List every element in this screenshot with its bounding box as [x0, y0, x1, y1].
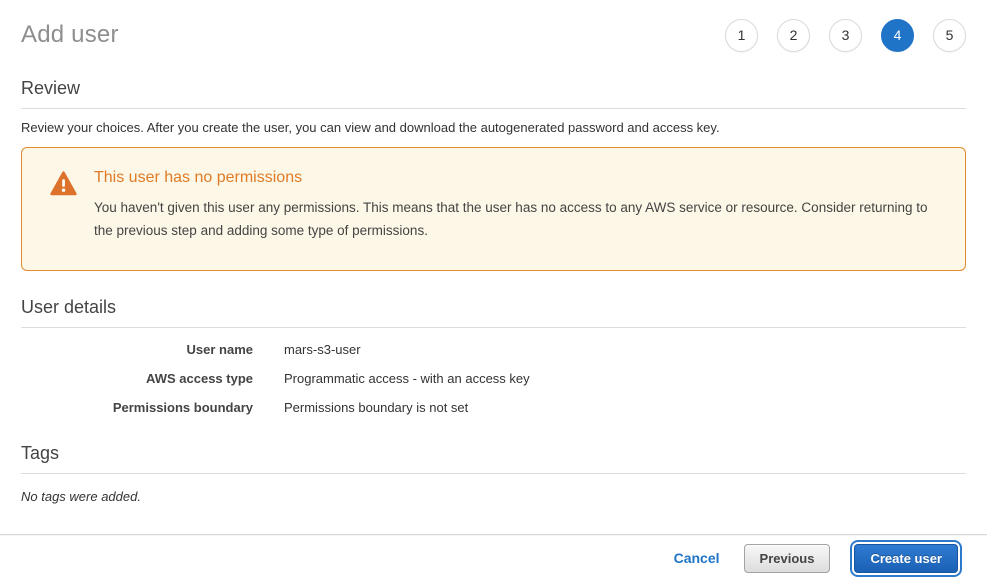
- detail-value: Programmatic access - with an access key: [284, 371, 530, 386]
- detail-value: mars-s3-user: [284, 342, 361, 357]
- detail-label: User name: [21, 342, 253, 357]
- wizard-step-1: 1: [725, 19, 758, 52]
- user-details-heading: User details: [21, 297, 966, 328]
- create-user-button[interactable]: Create user: [854, 544, 958, 573]
- previous-button[interactable]: Previous: [744, 544, 831, 573]
- tags-section: Tags No tags were added.: [21, 443, 966, 504]
- wizard-step-4-current: 4: [881, 19, 914, 52]
- no-permissions-warning-banner: This user has no permissions You haven't…: [21, 147, 966, 271]
- wizard-footer: Cancel Previous Create user: [0, 534, 987, 581]
- review-heading: Review: [21, 78, 966, 109]
- detail-label: Permissions boundary: [21, 400, 253, 415]
- detail-row-permissions-boundary: Permissions boundary Permissions boundar…: [21, 400, 966, 415]
- warning-triangle-icon: [50, 169, 94, 252]
- wizard-step-3: 3: [829, 19, 862, 52]
- wizard-step-2: 2: [777, 19, 810, 52]
- review-description: Review your choices. After you create th…: [21, 120, 966, 135]
- detail-label: AWS access type: [21, 371, 253, 386]
- detail-value: Permissions boundary is not set: [284, 400, 468, 415]
- detail-row-access-type: AWS access type Programmatic access - wi…: [21, 371, 966, 386]
- wizard-step-indicator: 1 2 3 4 5: [725, 19, 966, 52]
- review-section: Review Review your choices. After you cr…: [21, 78, 966, 135]
- warning-content: This user has no permissions You haven't…: [94, 169, 935, 252]
- page-header: Add user 1 2 3 4 5: [0, 0, 987, 56]
- warning-title: This user has no permissions: [94, 169, 935, 187]
- wizard-step-5: 5: [933, 19, 966, 52]
- page-title: Add user: [21, 21, 119, 49]
- user-details-section: User details User name mars-s3-user AWS …: [21, 297, 966, 415]
- tags-empty-text: No tags were added.: [21, 489, 966, 504]
- detail-row-user-name: User name mars-s3-user: [21, 342, 966, 357]
- tags-heading: Tags: [21, 443, 966, 474]
- cancel-link[interactable]: Cancel: [674, 550, 720, 566]
- user-details-rows: User name mars-s3-user AWS access type P…: [21, 342, 966, 415]
- warning-body: You haven't given this user any permissi…: [94, 196, 935, 242]
